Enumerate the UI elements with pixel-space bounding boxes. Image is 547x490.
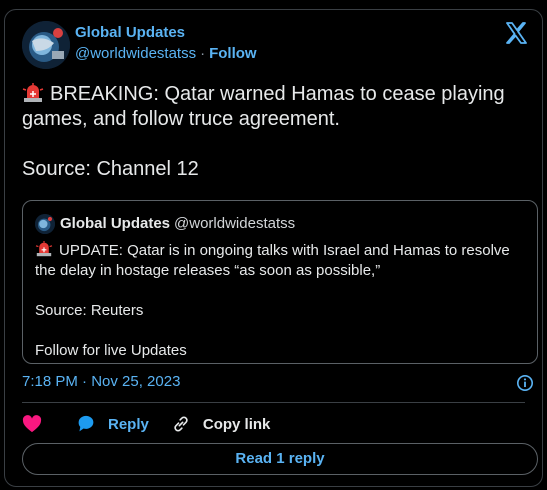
author-handle-row: @worldwidestatss · Follow [75, 45, 257, 62]
quoted-author-name: Global Updates [60, 215, 171, 232]
tweet-timestamp[interactable]: 7:18 PM · Nov 25, 2023 [22, 373, 180, 390]
info-icon[interactable] [516, 374, 534, 392]
quoted-author-avatar [35, 214, 55, 234]
rotating-light-icon [22, 83, 44, 102]
rotating-light-icon [35, 241, 53, 257]
divider [22, 402, 525, 403]
separator-dot: · [200, 45, 206, 62]
author-avatar-image [22, 21, 70, 69]
heart-icon [22, 415, 42, 433]
x-logo-icon[interactable] [504, 21, 528, 45]
like-button[interactable] [22, 415, 54, 433]
tweet-text: BREAKING: Qatar warned Hamas to cease pl… [22, 83, 505, 180]
author-name[interactable]: Global Updates [75, 24, 185, 41]
author-avatar[interactable] [22, 21, 70, 69]
link-icon [174, 416, 188, 432]
embedded-tweet-card: Global Updates @worldwidestatss · Follow B… [4, 9, 543, 487]
copy-link-button[interactable]: Copy link [171, 414, 271, 434]
action-bar: Reply Copy link [22, 412, 292, 436]
reply-label: Reply [108, 415, 149, 433]
quoted-author-handle: @worldwidestatss [174, 215, 296, 232]
speech-bubble-icon [78, 415, 94, 432]
tweet-body: BREAKING: Qatar warned Hamas to cease pl… [22, 82, 527, 182]
copy-link-label: Copy link [202, 415, 271, 433]
quoted-avatar-image [35, 214, 55, 234]
quoted-tweet-text: UPDATE: Qatar is in ongoing talks with I… [35, 242, 510, 359]
quoted-author-row: Global Updates @worldwidestatss [60, 215, 295, 232]
reply-button[interactable]: Reply [76, 415, 149, 433]
quoted-tweet[interactable]: Global Updates @worldwidestatss UPDATE: Q… [22, 200, 538, 364]
quoted-tweet-body: UPDATE: Qatar is in ongoing talks with I… [35, 241, 525, 361]
read-replies-button[interactable]: Read 1 reply [22, 443, 538, 475]
author-handle[interactable]: @worldwidestatss [75, 45, 196, 62]
follow-button[interactable]: Follow [209, 45, 257, 62]
